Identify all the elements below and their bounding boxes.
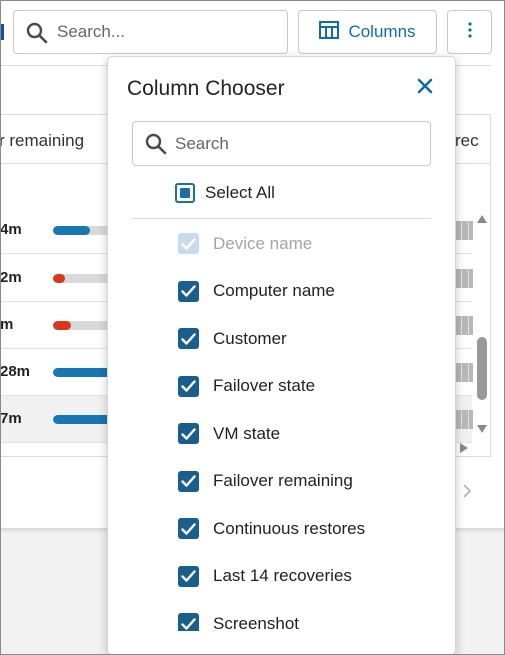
recoveries-history-strip [455,410,473,429]
column-option-label: Device name [213,233,313,253]
column-checkbox[interactable] [178,565,199,587]
column-header-recoveries[interactable]: rec [455,131,479,151]
progress-bar-fill [53,368,113,377]
column-option-label: Computer name [213,281,335,300]
column-option[interactable]: Failover remaining [178,470,353,492]
progress-bar [53,368,113,377]
column-checkbox[interactable] [178,280,199,302]
column-checkbox [178,233,199,254]
progress-bar-fill [53,226,91,235]
columns-button[interactable]: Columns [298,10,437,54]
recoveries-history-strip [455,363,473,382]
scroll-up-arrow-icon[interactable] [476,211,488,229]
progress-bar-fill [53,321,71,330]
scroll-right-arrow-icon[interactable] [459,441,469,453]
scroll-down-arrow-icon[interactable] [476,421,488,439]
column-option[interactable]: Computer name [178,280,335,302]
main-search-input[interactable] [57,19,277,45]
table-columns-icon [319,20,340,44]
failover-remaining-time: 7m [0,410,22,427]
columns-button-label: Columns [348,22,416,41]
popup-title: Column Chooser [127,77,285,100]
column-checkbox[interactable] [178,423,199,444]
progress-bar [53,226,113,235]
column-list: Device name Computer name Customer Failover… [108,219,455,631]
column-option-label: VM state [213,423,281,443]
column-header-failover-remaining[interactable]: r remaining [0,131,84,151]
column-checkbox[interactable] [178,518,199,539]
search-icon [145,133,167,160]
column-option-label: Last 14 recoveries [213,566,352,585]
column-option[interactable]: Customer [178,328,287,349]
column-option-label: Failover state [213,376,316,395]
progress-bar-fill [53,415,113,424]
left-edge-accent [0,24,4,40]
column-checkbox[interactable] [178,375,199,397]
vertical-scrollbar[interactable] [474,211,490,455]
select-all-checkbox[interactable] [175,183,195,203]
failover-remaining-time: 2m [0,269,22,286]
failover-remaining-time: m [0,316,14,333]
scrollbar-thumb[interactable] [477,337,487,400]
next-page-chevron-icon[interactable] [462,483,472,504]
column-option-label: Continuous restores [213,518,366,538]
recoveries-history-strip [455,221,473,240]
failover-remaining-time: 28m [0,363,31,380]
progress-bar [53,321,113,330]
more-options-button[interactable] [447,10,492,54]
recoveries-history-strip [455,269,473,288]
main-search-box[interactable] [13,10,288,54]
column-search-box[interactable] [132,121,431,166]
search-icon [26,22,48,49]
column-option[interactable]: Failover state [178,375,316,397]
recoveries-history-strip [455,316,473,335]
kebab-menu-icon [467,21,472,43]
select-all-option[interactable]: Select All [175,183,275,203]
failover-remaining-time: 4m [0,221,22,238]
column-option-label: Failover remaining [213,471,353,490]
column-option[interactable]: Screenshot [178,613,299,631]
close-button[interactable] [414,77,436,99]
column-checkbox[interactable] [178,328,199,349]
select-all-label: Select All [205,183,275,202]
column-option-label: Screenshot [213,613,299,632]
column-chooser-popup: Column Chooser Select All Device name Com… [107,56,456,655]
column-option-label: Customer [213,328,287,348]
column-option[interactable]: Continuous restores [178,518,365,539]
close-icon [417,78,433,99]
column-option[interactable]: Last 14 recoveries [178,565,352,587]
column-option[interactable]: VM state [178,423,280,444]
progress-bar-fill [53,274,65,283]
progress-bar [53,274,113,283]
column-option: Device name [178,233,312,254]
column-checkbox[interactable] [178,613,199,631]
column-search-input[interactable] [175,131,415,157]
column-checkbox[interactable] [178,470,199,492]
progress-bar [53,415,113,424]
